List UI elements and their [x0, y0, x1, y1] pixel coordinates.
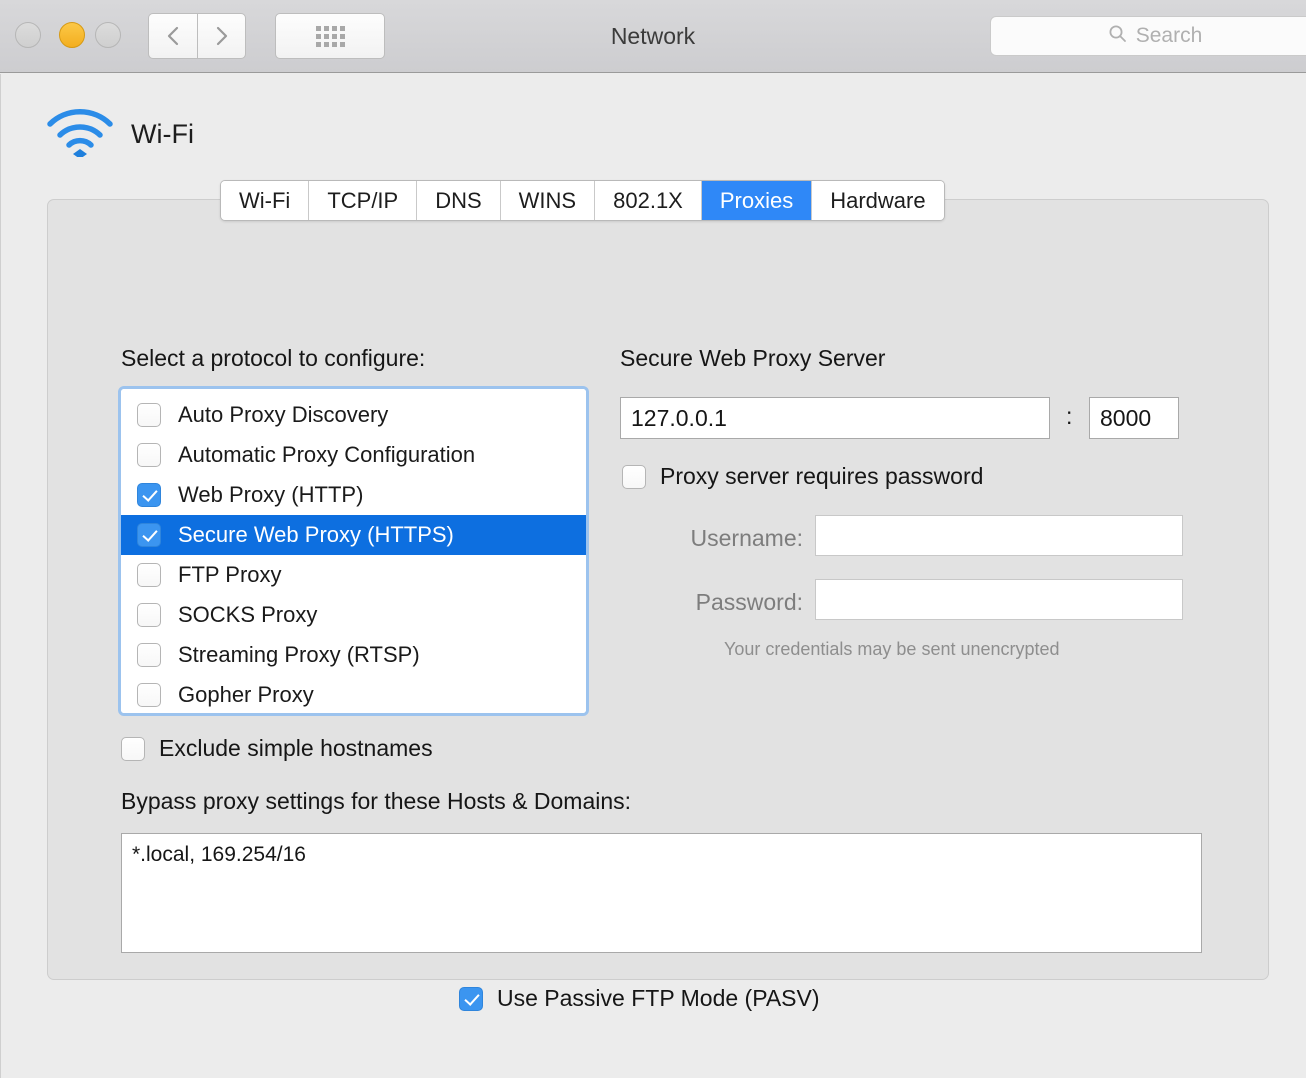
- protocol-row-gopher-proxy[interactable]: Gopher Proxy: [121, 675, 586, 713]
- proxies-panel: Select a protocol to configure: Auto Pro…: [47, 199, 1269, 1011]
- protocol-label: Streaming Proxy (RTSP): [178, 642, 420, 667]
- passive-ftp-row[interactable]: Use Passive FTP Mode (PASV): [459, 985, 820, 1012]
- protocol-checkbox[interactable]: [137, 483, 161, 507]
- protocol-row-automatic-proxy-configuration[interactable]: Automatic Proxy Configuration: [121, 435, 586, 475]
- host-port-separator: :: [1066, 403, 1073, 429]
- protocol-row-streaming-proxy-rtsp[interactable]: Streaming Proxy (RTSP): [121, 635, 586, 675]
- protocol-label: SOCKS Proxy: [178, 602, 318, 627]
- service-name: Wi-Fi: [131, 119, 194, 149]
- password-label: Password:: [695, 589, 803, 615]
- tab-proxies[interactable]: Proxies: [701, 181, 813, 220]
- requires-password-checkbox[interactable]: [622, 464, 646, 489]
- protocol-label: Auto Proxy Discovery: [178, 402, 389, 427]
- window-titlebar: Network Search: [0, 0, 1306, 73]
- username-field[interactable]: [815, 515, 1183, 556]
- username-label: Username:: [690, 525, 803, 551]
- protocol-row-secure-web-proxy-https[interactable]: Secure Web Proxy (HTTPS): [121, 515, 586, 555]
- protocol-label: Automatic Proxy Configuration: [178, 442, 476, 467]
- search-icon: [1108, 24, 1127, 48]
- wifi-icon: [45, 107, 115, 162]
- protocol-row-socks-proxy[interactable]: SOCKS Proxy: [121, 595, 586, 635]
- network-preferences-window: Network Search Wi-Fi Wi-Fi TCP/IP DNS WI…: [0, 0, 1306, 1078]
- protocol-checkbox[interactable]: [137, 603, 161, 627]
- credentials-warning: Your credentials may be sent unencrypted: [724, 639, 1060, 659]
- protocol-checkbox[interactable]: [137, 523, 161, 547]
- password-field[interactable]: [815, 579, 1183, 620]
- protocol-label: Secure Web Proxy (HTTPS): [178, 522, 454, 547]
- tab-hardware[interactable]: Hardware: [812, 181, 944, 220]
- protocol-row-ftp-proxy[interactable]: FTP Proxy: [121, 555, 586, 595]
- search-placeholder: Search: [1135, 24, 1203, 47]
- proxy-host-input[interactable]: 127.0.0.1: [620, 397, 1050, 439]
- protocols-heading: Select a protocol to configure:: [121, 345, 426, 371]
- protocol-checkbox[interactable]: [137, 403, 161, 427]
- tab-dns[interactable]: DNS: [417, 181, 501, 220]
- protocol-checkbox[interactable]: [137, 443, 161, 467]
- passive-ftp-checkbox[interactable]: [459, 986, 483, 1011]
- search-input[interactable]: Search: [990, 16, 1306, 56]
- service-header: Wi-Fi: [45, 107, 194, 162]
- protocol-row-auto-proxy-discovery[interactable]: Auto Proxy Discovery: [121, 395, 586, 435]
- server-heading: Secure Web Proxy Server: [620, 345, 886, 371]
- protocol-label: Gopher Proxy: [178, 682, 314, 707]
- proxies-sheet: Wi-Fi Wi-Fi TCP/IP DNS WINS 802.1X Proxi…: [0, 74, 1306, 1078]
- protocol-checkbox[interactable]: [137, 643, 161, 667]
- protocol-label: Web Proxy (HTTP): [178, 482, 364, 507]
- tab-wins[interactable]: WINS: [500, 181, 596, 220]
- protocol-checkbox[interactable]: [137, 683, 161, 707]
- tab-wifi[interactable]: Wi-Fi: [221, 181, 310, 220]
- protocol-checkbox[interactable]: [137, 563, 161, 587]
- requires-password-label: Proxy server requires password: [660, 463, 984, 489]
- protocol-list[interactable]: Auto Proxy Discovery Automatic Proxy Con…: [118, 386, 589, 716]
- proxy-port-input[interactable]: 8000: [1089, 397, 1179, 439]
- protocol-label: FTP Proxy: [178, 562, 282, 587]
- tab-8021x[interactable]: 802.1X: [595, 181, 702, 220]
- bypass-heading: Bypass proxy settings for these Hosts & …: [121, 788, 632, 814]
- protocol-row-web-proxy-http[interactable]: Web Proxy (HTTP): [121, 475, 586, 515]
- tab-tcpip[interactable]: TCP/IP: [309, 181, 418, 220]
- exclude-simple-hostnames-checkbox[interactable]: [121, 736, 145, 761]
- exclude-simple-hostnames-label: Exclude simple hostnames: [159, 735, 433, 761]
- proxies-tabbar: Wi-Fi TCP/IP DNS WINS 802.1X Proxies Har…: [220, 180, 945, 221]
- passive-ftp-label: Use Passive FTP Mode (PASV): [497, 985, 820, 1011]
- exclude-simple-hostnames-row[interactable]: Exclude simple hostnames: [121, 735, 433, 762]
- requires-password-row[interactable]: Proxy server requires password: [622, 463, 983, 490]
- bypass-textarea[interactable]: *.local, 169.254/16: [121, 833, 1202, 953]
